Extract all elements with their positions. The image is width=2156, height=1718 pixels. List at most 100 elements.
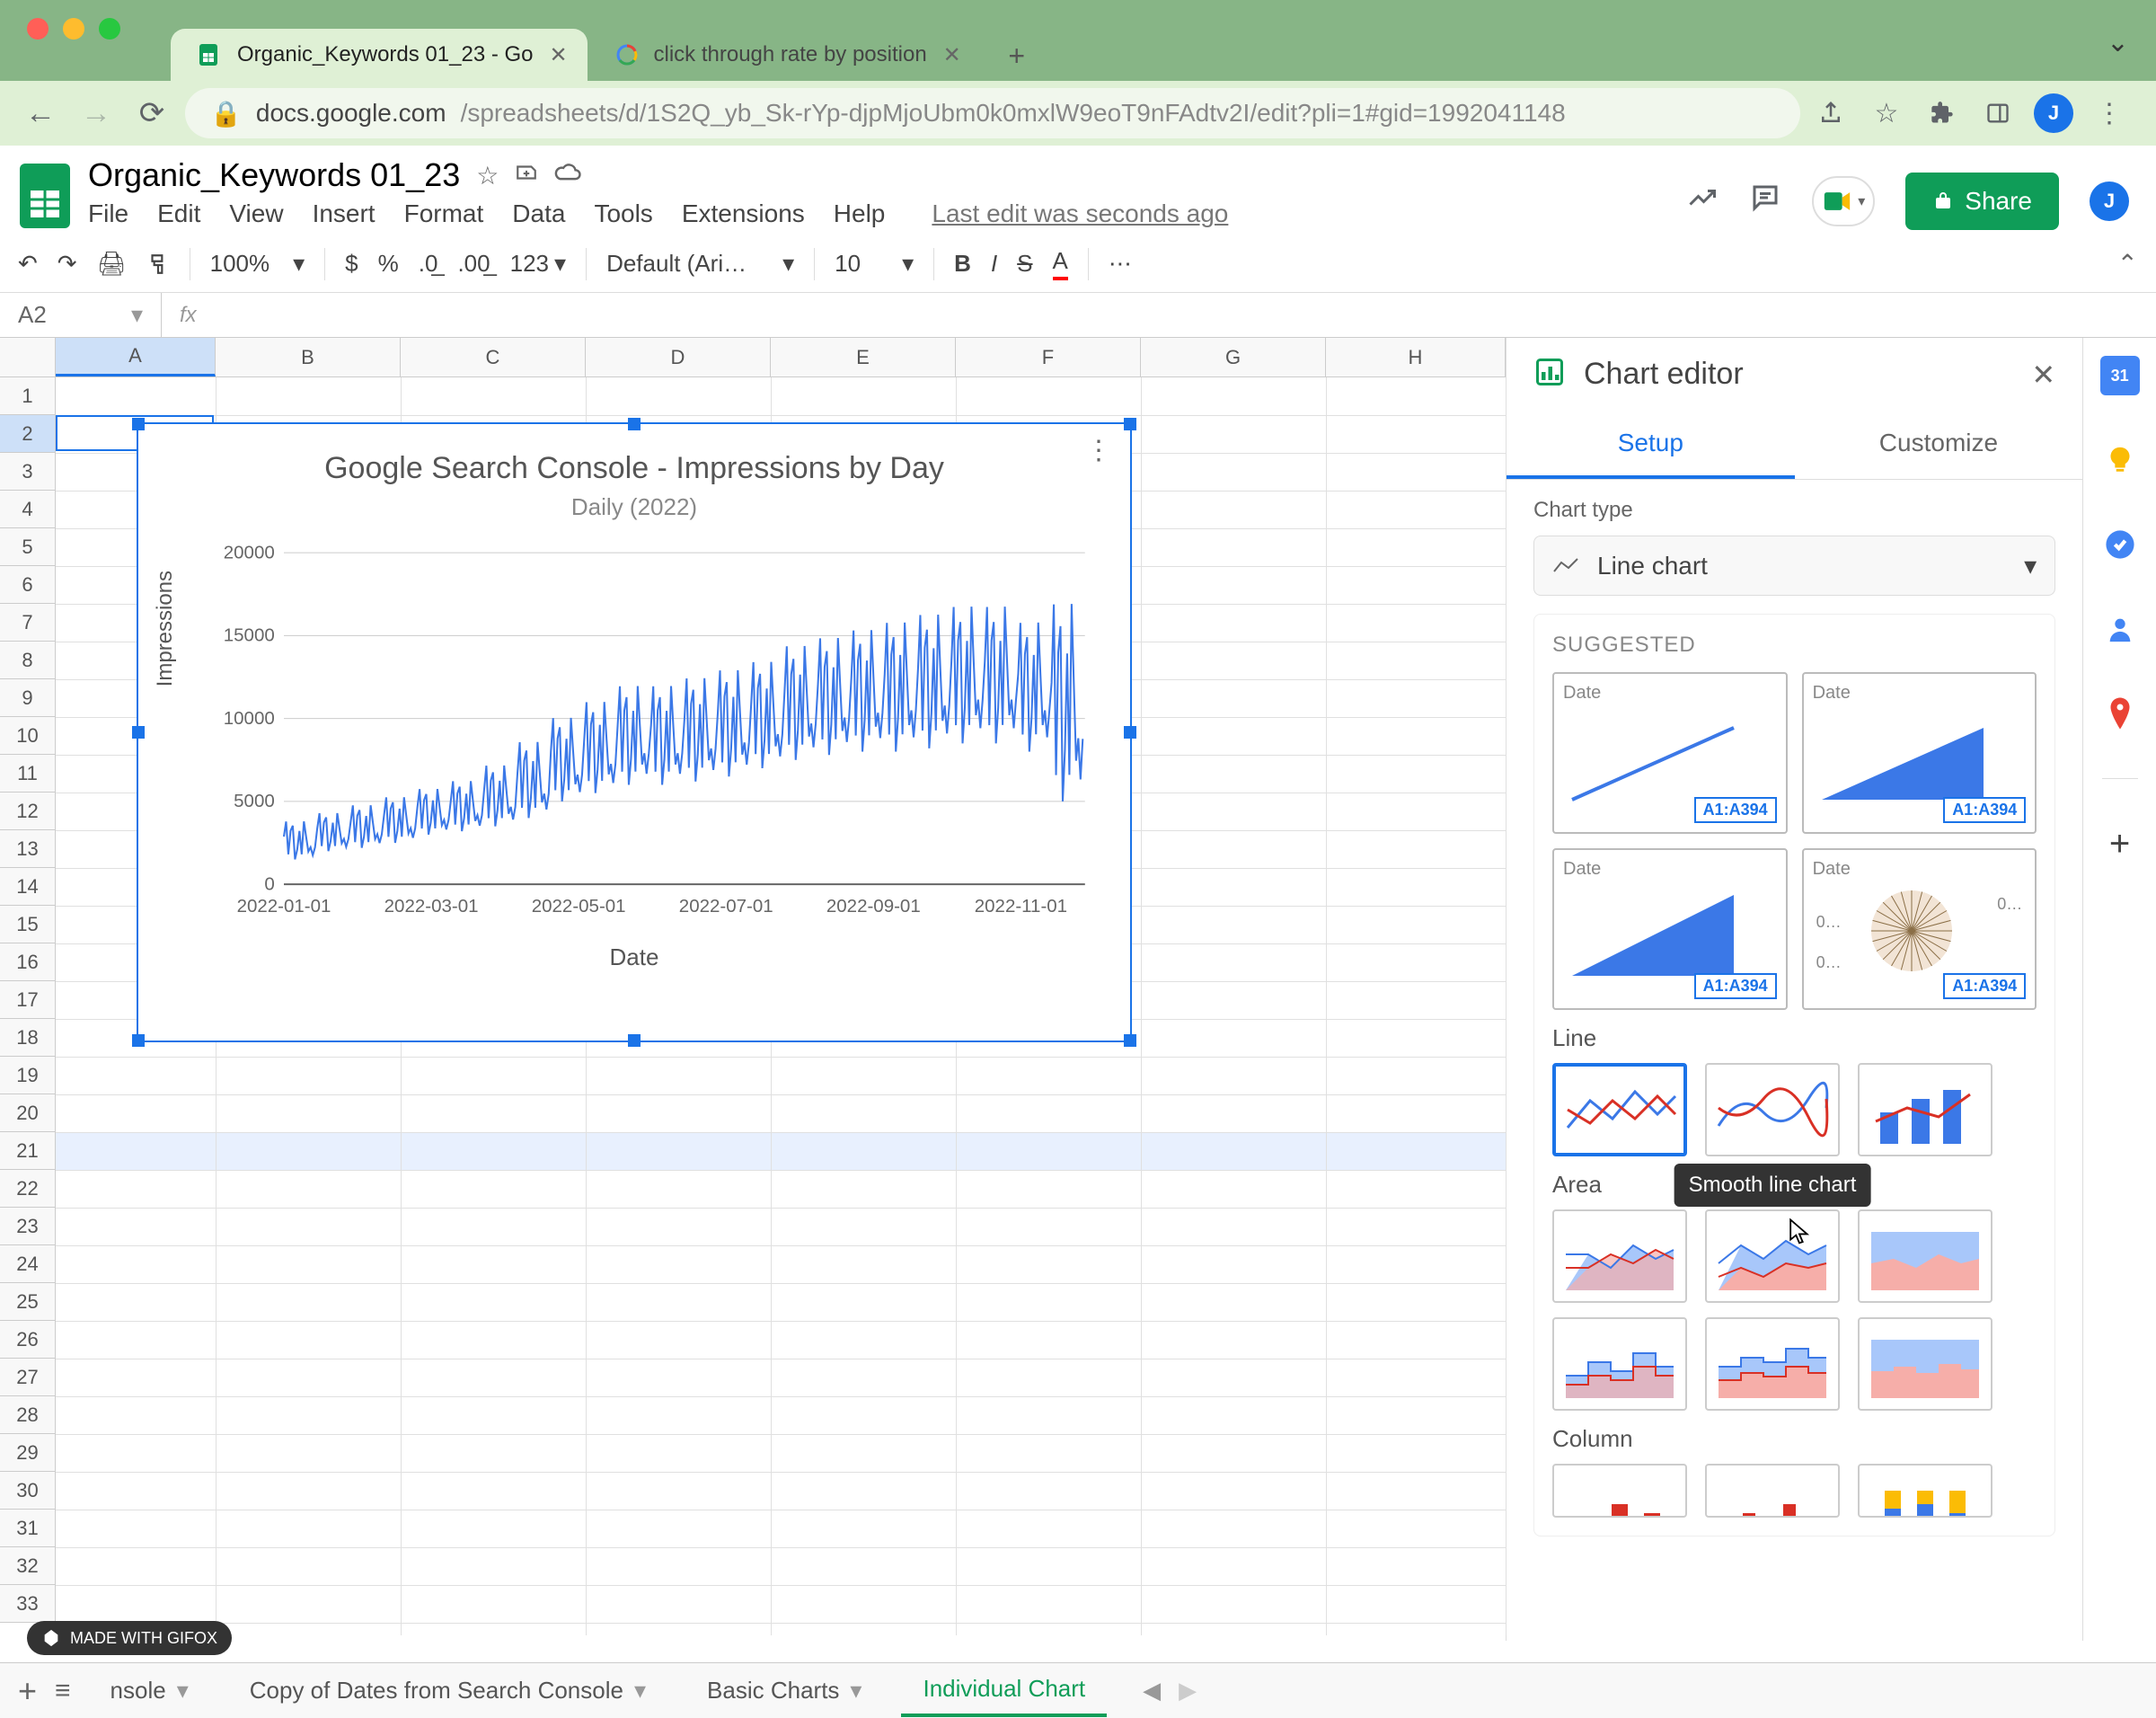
back-button[interactable]: ← xyxy=(18,91,63,136)
chart-menu-icon[interactable]: ⋮ xyxy=(1085,435,1112,466)
activity-icon[interactable] xyxy=(1686,182,1719,222)
share-button[interactable]: Share xyxy=(1905,173,2059,230)
decrease-decimal-button[interactable]: .0̲ xyxy=(419,250,438,278)
menu-extensions[interactable]: Extensions xyxy=(682,199,805,228)
close-icon[interactable]: ✕ xyxy=(548,44,570,66)
row-header[interactable]: 18 xyxy=(0,1019,56,1057)
sheets-logo[interactable] xyxy=(16,156,74,235)
row-header[interactable]: 11 xyxy=(0,755,56,793)
stepped-area-option[interactable] xyxy=(1552,1317,1687,1411)
column-header[interactable]: G xyxy=(1141,338,1326,376)
suggested-chart-line[interactable]: Date A1:A394 xyxy=(1552,672,1788,834)
column-header[interactable]: F xyxy=(956,338,1141,376)
stacked-area-option[interactable] xyxy=(1705,1209,1840,1303)
browser-tab-search[interactable]: click through rate by position ✕ xyxy=(588,29,981,81)
row-header[interactable]: 16 xyxy=(0,943,56,981)
menu-edit[interactable]: Edit xyxy=(157,199,200,228)
window-minimize[interactable] xyxy=(63,18,84,40)
row-header[interactable]: 17 xyxy=(0,981,56,1019)
menu-file[interactable]: File xyxy=(88,199,128,228)
profile-avatar[interactable]: J xyxy=(2034,93,2073,133)
suggested-chart-radar[interactable]: Date 0… 0… 0… A1:A394 xyxy=(1802,848,2037,1010)
collapse-toolbar-icon[interactable]: ⌃ xyxy=(2117,249,2138,279)
row-header[interactable]: 12 xyxy=(0,793,56,830)
chrome-menu-icon[interactable]: ⋮ xyxy=(2090,93,2129,133)
sheet-tab[interactable]: Basic Charts ▾ xyxy=(685,1666,883,1715)
formula-input[interactable] xyxy=(215,293,2156,337)
100-stacked-column-option[interactable] xyxy=(1858,1464,1993,1518)
address-bar[interactable]: 🔒 docs.google.com/spreadsheets/d/1S2Q_yb… xyxy=(185,88,1800,138)
close-icon[interactable]: ✕ xyxy=(941,44,963,66)
sheet-tab[interactable]: nsole ▾ xyxy=(89,1666,210,1715)
menu-view[interactable]: View xyxy=(229,199,283,228)
cloud-icon[interactable] xyxy=(554,161,581,190)
calendar-icon[interactable]: 31 xyxy=(2100,356,2140,395)
zoom-select[interactable]: 100% ▾ xyxy=(210,250,305,278)
paint-format-button[interactable] xyxy=(146,252,170,276)
suggested-chart-area[interactable]: Date A1:A394 xyxy=(1802,672,2037,834)
print-button[interactable]: 🖨 xyxy=(97,250,127,278)
redo-button[interactable]: ↷ xyxy=(57,250,77,278)
row-header[interactable]: 24 xyxy=(0,1245,56,1283)
sheet-tab[interactable]: Copy of Dates from Search Console ▾ xyxy=(228,1666,667,1715)
combo-chart-option[interactable] xyxy=(1858,1063,1993,1156)
smooth-line-chart-option[interactable]: Smooth line chart xyxy=(1705,1063,1840,1156)
row-header[interactable]: 28 xyxy=(0,1396,56,1434)
window-maximize[interactable] xyxy=(99,18,120,40)
font-size-select[interactable]: 10 ▾ xyxy=(835,250,914,278)
chart-type-dropdown[interactable]: Line chart ▾ xyxy=(1533,536,2055,596)
last-edit-link[interactable]: Last edit was seconds ago xyxy=(932,199,1228,228)
row-header[interactable]: 30 xyxy=(0,1472,56,1510)
close-icon[interactable]: ✕ xyxy=(2031,358,2055,392)
contacts-icon[interactable] xyxy=(2100,609,2140,649)
row-header[interactable]: 14 xyxy=(0,868,56,906)
row-header[interactable]: 7 xyxy=(0,604,56,642)
meet-button[interactable]: ▾ xyxy=(1812,176,1875,226)
scroll-tabs-right[interactable]: ▶ xyxy=(1179,1677,1197,1705)
more-formats-button[interactable]: 123▾ xyxy=(510,250,566,278)
row-header[interactable]: 26 xyxy=(0,1321,56,1359)
row-header[interactable]: 4 xyxy=(0,491,56,528)
name-box[interactable]: A2 ▾ xyxy=(0,293,162,337)
scroll-tabs-left[interactable]: ◀ xyxy=(1143,1677,1161,1705)
keep-icon[interactable] xyxy=(2100,440,2140,480)
tab-overflow-icon[interactable]: ⌄ xyxy=(2107,27,2129,58)
row-header[interactable]: 23 xyxy=(0,1208,56,1245)
row-header[interactable]: 8 xyxy=(0,642,56,679)
select-all-corner[interactable] xyxy=(0,338,56,376)
row-header[interactable]: 25 xyxy=(0,1283,56,1321)
row-header[interactable]: 32 xyxy=(0,1547,56,1585)
sheet-tab-active[interactable]: Individual Chart xyxy=(901,1664,1107,1717)
row-header[interactable]: 31 xyxy=(0,1510,56,1547)
column-header[interactable]: A xyxy=(56,338,216,376)
extensions-icon[interactable] xyxy=(1922,93,1962,133)
text-color-button[interactable]: A xyxy=(1053,247,1068,280)
row-header[interactable]: 29 xyxy=(0,1434,56,1472)
row-header[interactable]: 20 xyxy=(0,1094,56,1132)
row-header[interactable]: 3 xyxy=(0,453,56,491)
area-chart-option[interactable] xyxy=(1552,1209,1687,1303)
row-header[interactable]: 27 xyxy=(0,1359,56,1396)
row-header[interactable]: 21 xyxy=(0,1132,56,1170)
row-header[interactable]: 33 xyxy=(0,1585,56,1623)
row-header[interactable]: 2 xyxy=(0,415,56,453)
bold-button[interactable]: B xyxy=(954,250,971,278)
italic-button[interactable]: I xyxy=(991,250,997,278)
forward-button[interactable]: → xyxy=(74,91,119,136)
comments-icon[interactable] xyxy=(1749,182,1781,222)
column-header[interactable]: B xyxy=(216,338,401,376)
row-header[interactable]: 22 xyxy=(0,1170,56,1208)
embedded-chart[interactable]: ⋮ Google Search Console - Impressions by… xyxy=(137,422,1132,1042)
more-tools-button[interactable]: ⋯ xyxy=(1109,250,1132,278)
100-stacked-stepped-option[interactable] xyxy=(1858,1317,1993,1411)
maps-icon[interactable] xyxy=(2100,694,2140,733)
row-header[interactable]: 6 xyxy=(0,566,56,604)
document-title[interactable]: Organic_Keywords 01_23 xyxy=(88,156,460,194)
add-sheet-button[interactable]: + xyxy=(18,1672,37,1710)
increase-decimal-button[interactable]: .00̲ xyxy=(457,250,490,278)
font-select[interactable]: Default (Ari…▾ xyxy=(606,250,794,278)
row-header[interactable]: 19 xyxy=(0,1057,56,1094)
stacked-column-option[interactable] xyxy=(1705,1464,1840,1518)
menu-data[interactable]: Data xyxy=(512,199,565,228)
line-chart-option[interactable] xyxy=(1552,1063,1687,1156)
